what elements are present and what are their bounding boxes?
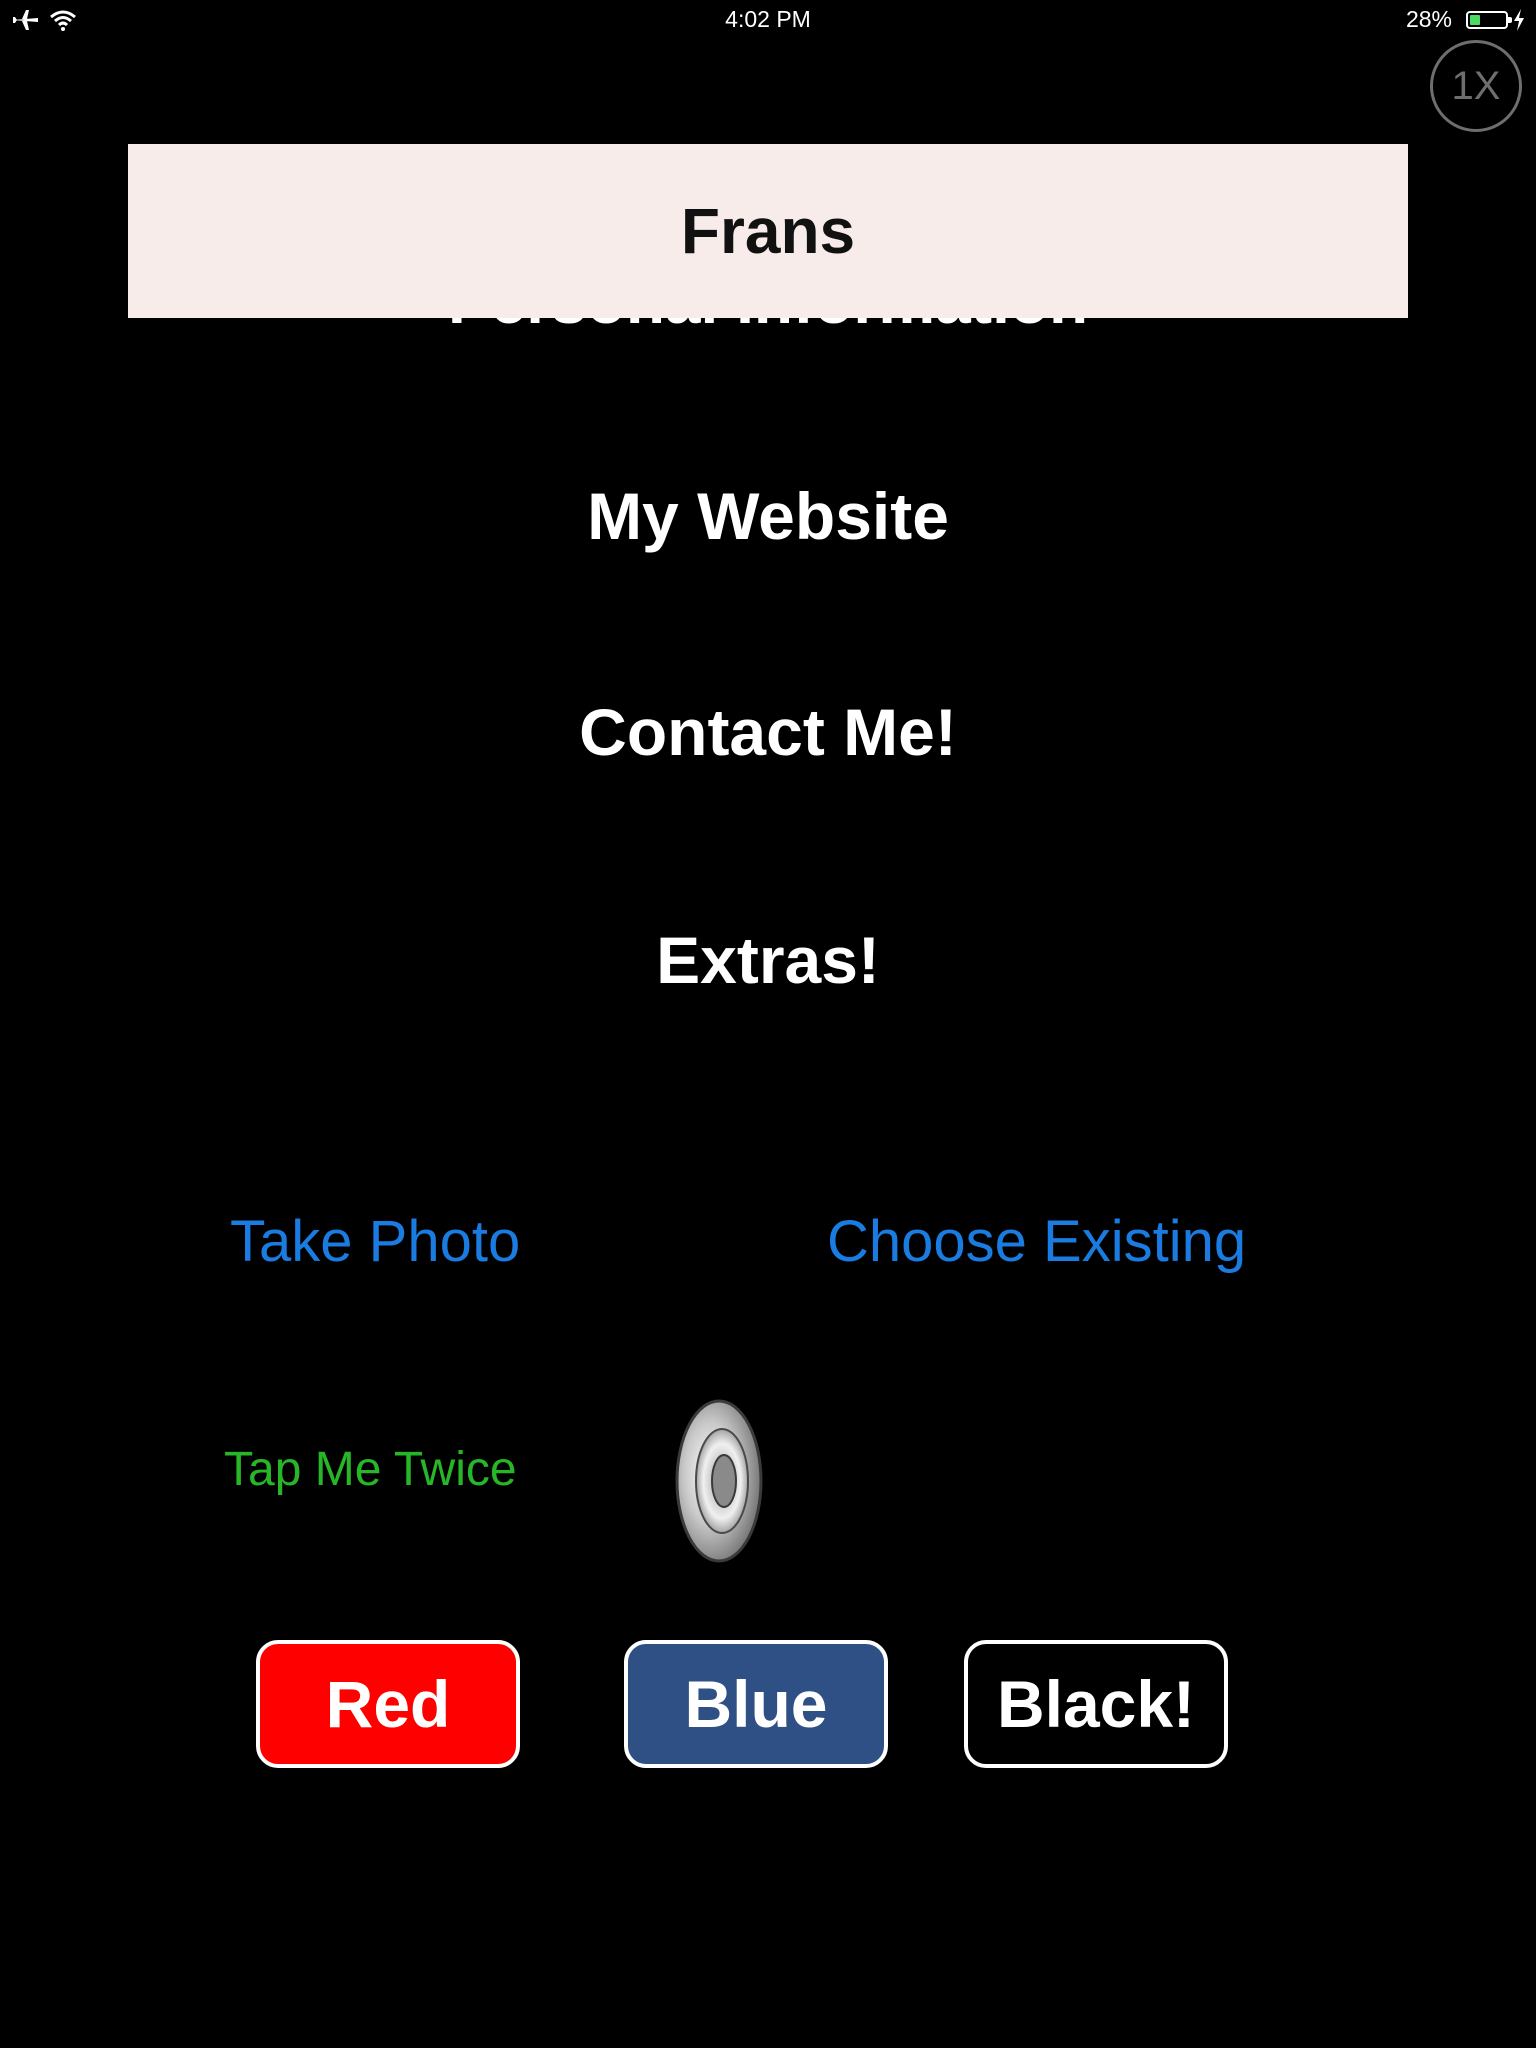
blue-button[interactable]: Blue bbox=[624, 1640, 888, 1768]
menu-item-contact-me[interactable]: Contact Me! bbox=[0, 694, 1536, 770]
header-banner: Frans bbox=[128, 144, 1408, 318]
menu-item-label: Contact Me! bbox=[579, 695, 957, 769]
menu-item-label: My Website bbox=[587, 479, 949, 553]
choose-existing-button[interactable]: Choose Existing bbox=[827, 1208, 1246, 1275]
black-button[interactable]: Black! bbox=[964, 1640, 1228, 1768]
red-button[interactable]: Red bbox=[256, 1640, 520, 1768]
tap-me-twice-label[interactable]: Tap Me Twice bbox=[224, 1442, 517, 1497]
charging-bolt-icon bbox=[1514, 9, 1524, 31]
menu-item-label: Extras! bbox=[656, 923, 880, 997]
page-title: Frans bbox=[680, 195, 856, 267]
zoom-badge[interactable]: 1X bbox=[1430, 40, 1522, 132]
menu-item-extras[interactable]: Extras! bbox=[0, 922, 1536, 998]
menu-item-my-website[interactable]: My Website bbox=[0, 478, 1536, 554]
battery-percent: 28% bbox=[1405, 6, 1452, 32]
battery-fill bbox=[1470, 15, 1480, 25]
take-photo-button[interactable]: Take Photo bbox=[230, 1208, 520, 1275]
status-bar: 4:02 PM 28% bbox=[0, 0, 1536, 40]
speaker-icon[interactable] bbox=[674, 1398, 764, 1564]
battery-icon bbox=[1466, 11, 1512, 29]
status-time: 4:02 PM bbox=[725, 6, 811, 32]
